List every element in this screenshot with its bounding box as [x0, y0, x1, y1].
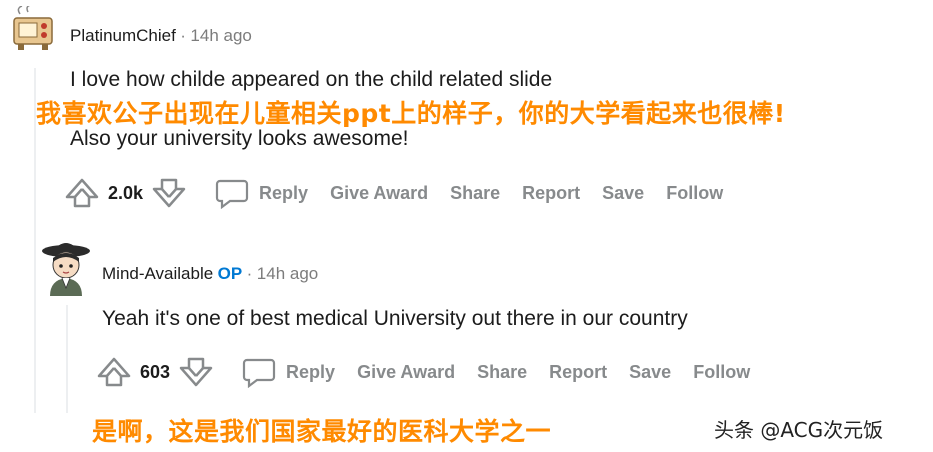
- comment-text: Yeah it's one of best medical University…: [102, 307, 688, 330]
- separator-dot: ·: [180, 26, 186, 45]
- save-button[interactable]: Save: [629, 362, 671, 383]
- username[interactable]: PlatinumChief: [70, 26, 176, 45]
- timestamp[interactable]: 14h ago: [257, 264, 318, 283]
- avatar[interactable]: [10, 4, 56, 52]
- follow-button[interactable]: Follow: [666, 183, 723, 204]
- avatar[interactable]: [40, 238, 92, 296]
- save-button[interactable]: Save: [602, 183, 644, 204]
- username[interactable]: Mind-Available: [102, 264, 213, 283]
- separator-dot: ·: [246, 264, 253, 283]
- downvote-icon[interactable]: [151, 177, 187, 209]
- report-button[interactable]: Report: [549, 362, 607, 383]
- downvote-icon[interactable]: [178, 356, 214, 388]
- comment-actions: 2.0k Reply Give Award Share Report Save …: [64, 176, 745, 210]
- upvote-icon[interactable]: [64, 177, 100, 209]
- comment-bubble-icon[interactable]: [242, 356, 276, 388]
- chinese-translation-overlay: 我喜欢公子出现在儿童相关ppt上的样子，你的大学看起来也很棒!: [36, 99, 786, 128]
- comment-actions: 603 Reply Give Award Share Report Save F…: [96, 355, 772, 389]
- watermark: 头条 @ACG次元饭: [714, 418, 884, 442]
- upvote-icon[interactable]: [96, 356, 132, 388]
- share-button[interactable]: Share: [450, 183, 500, 204]
- follow-button[interactable]: Follow: [693, 362, 750, 383]
- comment-text-line-2: Also your university looks awesome!: [70, 127, 409, 150]
- reply-button[interactable]: Reply: [259, 183, 308, 204]
- share-button[interactable]: Share: [477, 362, 527, 383]
- vote-score: 603: [140, 361, 171, 382]
- timestamp[interactable]: 14h ago: [190, 26, 251, 45]
- report-button[interactable]: Report: [522, 183, 580, 204]
- comment-text: I love how childe appeared on the child …: [70, 68, 553, 91]
- op-badge: OP: [217, 264, 243, 283]
- reply-button[interactable]: Reply: [286, 362, 335, 383]
- give-award-button[interactable]: Give Award: [357, 362, 455, 383]
- chinese-translation-overlay: 是啊，这是我们国家最好的医科大学之一: [92, 417, 552, 446]
- vote-score: 2.0k: [108, 182, 144, 203]
- give-award-button[interactable]: Give Award: [330, 183, 428, 204]
- comment-bubble-icon[interactable]: [215, 177, 249, 209]
- thread-line-reply[interactable]: [66, 305, 68, 413]
